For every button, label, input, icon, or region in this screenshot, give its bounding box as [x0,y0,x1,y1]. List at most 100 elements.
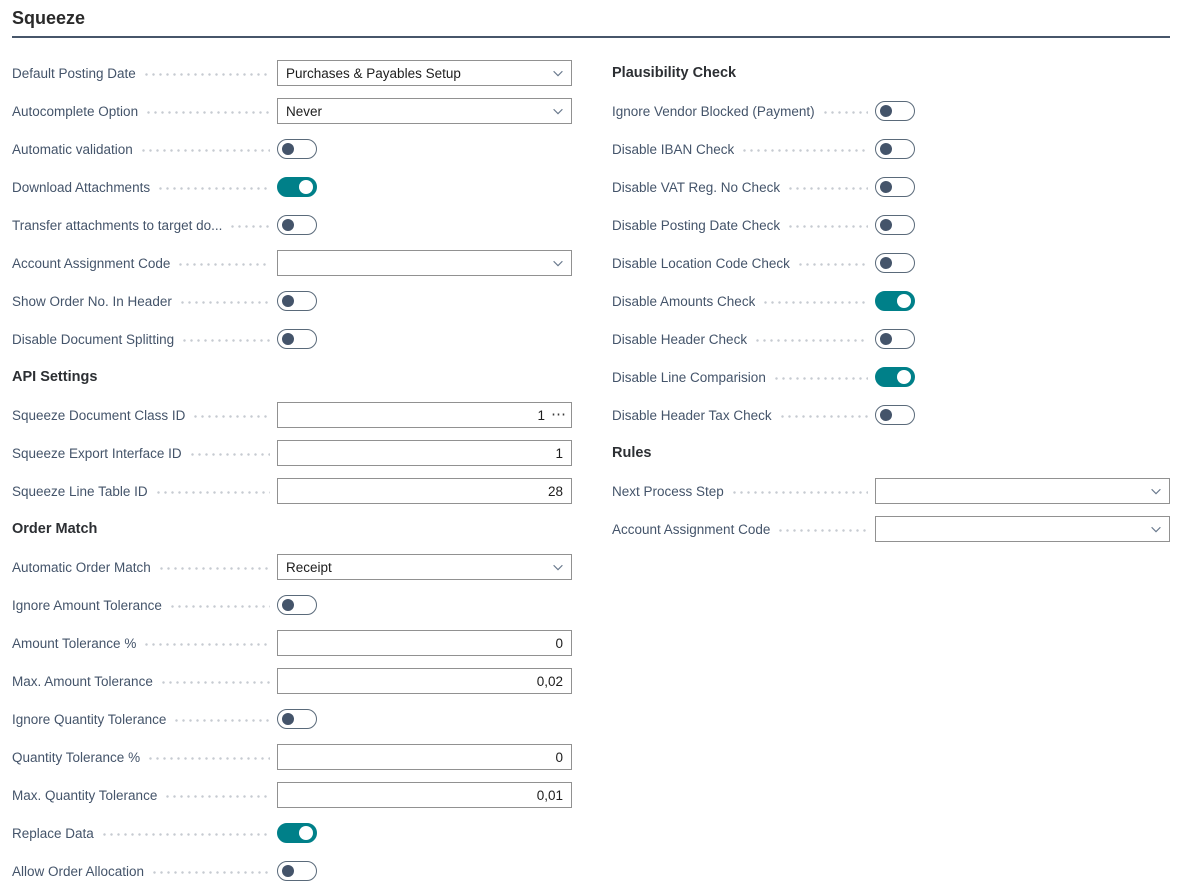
ignore-amount-tolerance-toggle[interactable] [277,595,317,615]
allow-order-allocation-toggle[interactable] [277,861,317,881]
section-rules: Rules [612,434,1170,472]
field-label: Autocomplete Option [12,104,138,119]
max-quantity-tolerance-input[interactable] [278,783,571,807]
quantity-tolerance-pct-input[interactable] [278,745,571,769]
max-quantity-tolerance-field [277,782,572,808]
account-assignment-code-select[interactable] [277,250,572,276]
squeeze-export-interface-id-field [277,440,572,466]
ignore-quantity-tolerance-toggle[interactable] [277,709,317,729]
field-label: Transfer attachments to target do... [12,218,222,233]
field-row-ignore-quantity-tolerance: Ignore Quantity Tolerance [12,700,572,738]
field-row-allow-order-allocation: Allow Order Allocation [12,852,572,890]
disable-line-comparision-toggle[interactable] [875,367,915,387]
field-label: Allow Order Allocation [12,864,144,879]
field-label: Disable Location Code Check [612,256,790,271]
dotted-leader [731,491,868,494]
dotted-leader [773,377,868,380]
squeeze-export-interface-id-input[interactable] [278,441,571,465]
section-api-settings: API Settings [12,358,572,396]
field-label: Disable Header Check [612,332,747,347]
field-label: Account Assignment Code [612,522,770,537]
dotted-leader [797,263,868,266]
squeeze-line-table-id-input[interactable] [278,479,571,503]
automatic-order-match-select[interactable]: Receipt [277,554,572,580]
toggle-knob [880,257,892,269]
disable-document-splitting-toggle[interactable] [277,329,317,349]
rules-account-assignment-code-select[interactable] [875,516,1170,542]
field-label: Ignore Quantity Tolerance [12,712,166,727]
ignore-vendor-blocked-toggle[interactable] [875,101,915,121]
toggle-knob [282,295,294,307]
dotted-leader [151,871,270,874]
autocomplete-option-select[interactable]: Never [277,98,572,124]
squeeze-line-table-id-field [277,478,572,504]
field-row-disable-header-tax-check: Disable Header Tax Check [612,396,1170,434]
field-row-disable-posting-date-check: Disable Posting Date Check [612,206,1170,244]
squeeze-document-class-id-input[interactable] [278,403,547,427]
toggle-knob [880,105,892,117]
section-title: Order Match [12,521,97,537]
field-label: Squeeze Document Class ID [12,408,185,423]
toggle-knob [282,333,294,345]
form-columns: Default Posting Date Purchases & Payable… [12,54,1170,890]
field-row-amount-tolerance-pct: Amount Tolerance % [12,624,572,662]
assist-edit-button[interactable]: ⋯ [547,404,571,426]
chevron-down-icon [551,256,565,270]
transfer-attachments-toggle[interactable] [277,215,317,235]
field-row-download-attachments: Download Attachments [12,168,572,206]
max-amount-tolerance-input[interactable] [278,669,571,693]
field-row-transfer-attachments: Transfer attachments to target do... [12,206,572,244]
automatic-validation-toggle[interactable] [277,139,317,159]
field-row-max-amount-tolerance: Max. Amount Tolerance [12,662,572,700]
amount-tolerance-pct-field [277,630,572,656]
chevron-down-icon [551,104,565,118]
toggle-knob [880,181,892,193]
default-posting-date-select[interactable]: Purchases & Payables Setup [277,60,572,86]
left-column: Default Posting Date Purchases & Payable… [12,54,572,890]
disable-location-code-check-toggle[interactable] [875,253,915,273]
disable-header-check-toggle[interactable] [875,329,915,349]
dotted-leader [164,795,270,798]
section-title: Plausibility Check [612,65,736,81]
field-label: Disable VAT Reg. No Check [612,180,780,195]
disable-amounts-check-toggle[interactable] [875,291,915,311]
dotted-leader [777,529,868,532]
dotted-leader [181,339,270,342]
amount-tolerance-pct-input[interactable] [278,631,571,655]
toggle-knob [282,599,294,611]
field-row-max-quantity-tolerance: Max. Quantity Tolerance [12,776,572,814]
toggle-knob [282,865,294,877]
disable-posting-date-check-toggle[interactable] [875,215,915,235]
dotted-leader [179,301,270,304]
field-label: Next Process Step [612,484,724,499]
dotted-leader [143,73,270,76]
selected-value: Never [286,104,551,119]
page-title: Squeeze [12,8,1170,38]
field-label: Ignore Amount Tolerance [12,598,162,613]
field-row-disable-vat-reg-no-check: Disable VAT Reg. No Check [612,168,1170,206]
dotted-leader [143,643,270,646]
disable-vat-reg-no-check-toggle[interactable] [875,177,915,197]
field-row-disable-line-comparision: Disable Line Comparision [612,358,1170,396]
toggle-knob [880,219,892,231]
dotted-leader [155,491,270,494]
field-label: Account Assignment Code [12,256,170,271]
field-row-disable-document-splitting: Disable Document Splitting [12,320,572,358]
toggle-knob [299,826,313,840]
dotted-leader [779,415,868,418]
dotted-leader [177,263,270,266]
field-row-ignore-vendor-blocked: Ignore Vendor Blocked (Payment) [612,92,1170,130]
disable-iban-check-toggle[interactable] [875,139,915,159]
download-attachments-toggle[interactable] [277,177,317,197]
toggle-knob [299,180,313,194]
field-label: Show Order No. In Header [12,294,172,309]
toggle-knob [897,294,911,308]
replace-data-toggle[interactable] [277,823,317,843]
show-order-no-in-header-toggle[interactable] [277,291,317,311]
toggle-knob [897,370,911,384]
field-row-disable-location-code-check: Disable Location Code Check [612,244,1170,282]
field-row-show-order-no: Show Order No. In Header [12,282,572,320]
field-row-disable-header-check: Disable Header Check [612,320,1170,358]
next-process-step-select[interactable] [875,478,1170,504]
disable-header-tax-check-toggle[interactable] [875,405,915,425]
